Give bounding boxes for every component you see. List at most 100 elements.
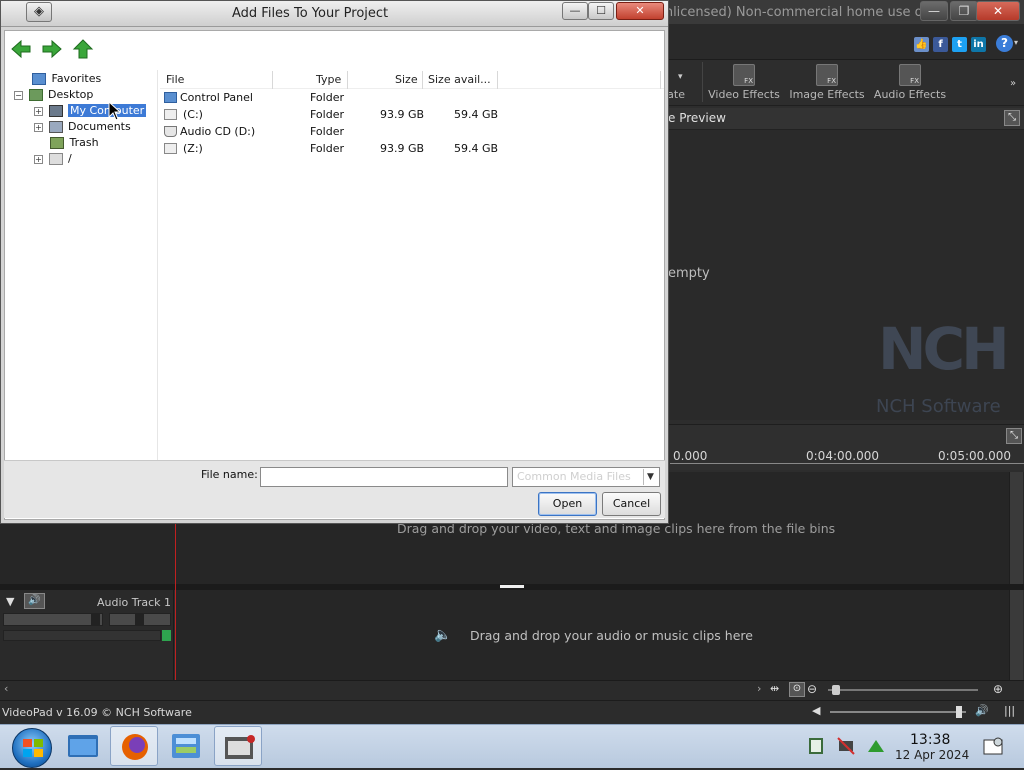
drive-icon [48, 153, 63, 165]
speaker-icon[interactable]: 🔊 [24, 593, 45, 609]
tree-item-label: Desktop [48, 88, 94, 101]
volume-slider-thumb[interactable] [91, 614, 100, 625]
taskbar-file-manager[interactable] [58, 726, 106, 766]
file-size: 93.9 GB [380, 142, 425, 155]
linkedin-icon[interactable]: in [971, 37, 986, 52]
chevron-down-icon[interactable]: ▼ [643, 469, 657, 485]
column-header-type[interactable]: Type [316, 73, 341, 86]
tree-item-documents[interactable]: + Documents [34, 119, 131, 135]
master-volume-slider[interactable] [830, 711, 966, 713]
tree-item-favorites[interactable]: Favorites [30, 71, 101, 87]
open-button[interactable]: Open [538, 492, 597, 516]
expand-icon[interactable]: + [34, 106, 43, 116]
show-desktop-icon[interactable] [982, 736, 1004, 758]
windows-logo-icon [23, 739, 43, 757]
help-icon[interactable]: ? [996, 35, 1013, 52]
videopad-icon [225, 735, 255, 759]
expand-icon[interactable]: + [34, 154, 43, 164]
dialog-minimize-button[interactable]: — [562, 2, 588, 20]
audio-effects-icon: FX [899, 64, 921, 86]
file-name: (C:) [183, 108, 203, 121]
toolbar-video-effects-label: Video Effects [708, 88, 780, 101]
undock-timeline-icon[interactable]: ⤡ [1006, 428, 1022, 444]
scroll-left-icon[interactable]: ‹ [4, 682, 8, 695]
splitter-grip[interactable] [500, 585, 524, 588]
volume-low-icon: ◀ [812, 704, 821, 717]
video-track-scrollbar[interactable] [1009, 472, 1023, 584]
file-row[interactable]: (Z:) Folder 93.9 GB 59.4 GB [160, 140, 664, 157]
like-icon[interactable]: 👍 [914, 37, 929, 52]
file-size-available: 59.4 GB [454, 142, 499, 155]
tray-notes-icon[interactable] [806, 736, 826, 756]
tray-upload-icon[interactable] [866, 738, 886, 754]
tree-item-root[interactable]: + / [34, 151, 72, 167]
column-separator[interactable] [422, 71, 423, 89]
app-restore-button[interactable]: ❐ [950, 1, 978, 21]
file-type-filter[interactable]: Common Media Files [512, 467, 660, 487]
forward-arrow-icon[interactable] [41, 38, 63, 60]
volume-slider[interactable] [3, 613, 103, 626]
zoom-slider[interactable] [828, 689, 978, 691]
app-minimize-button[interactable]: — [920, 1, 948, 21]
column-separator[interactable] [272, 71, 273, 89]
fit-timeline-icon[interactable]: ⇹ [770, 682, 786, 697]
up-arrow-icon[interactable] [72, 38, 94, 60]
toolbar-overflow-icon[interactable]: » [1010, 78, 1016, 89]
help-dropdown-icon[interactable]: ▾ [1014, 38, 1018, 47]
scroll-right-icon[interactable]: › [757, 682, 761, 695]
column-header-file[interactable]: File [166, 73, 184, 86]
trash-icon [50, 137, 64, 149]
folder-icon [164, 92, 177, 103]
clock-date[interactable]: 12 Apr 2024 [895, 748, 969, 762]
expand-icon[interactable]: + [34, 122, 43, 132]
twitter-icon[interactable]: t [952, 37, 967, 52]
zoom-out-icon[interactable]: ⊖ [807, 682, 817, 696]
preview-empty-text: empty [668, 266, 710, 281]
status-text: VideoPad v 16.09 © NCH Software [2, 706, 192, 719]
master-volume-thumb[interactable] [956, 706, 962, 718]
pan-slider-thumb[interactable] [135, 614, 144, 625]
dialog-close-button[interactable]: ✕ [616, 2, 664, 20]
taskbar-firefox[interactable] [110, 726, 158, 766]
dialog-menu-icon[interactable]: ◈ [26, 2, 52, 22]
tray-network-disabled-icon[interactable] [836, 736, 856, 756]
column-separator[interactable] [347, 71, 348, 89]
speaker-icon: 🔈 [434, 627, 452, 643]
file-row[interactable]: Audio CD (D:) Folder [160, 123, 664, 140]
collapse-track-icon[interactable]: ▼ [6, 595, 14, 608]
file-row[interactable]: (C:) Folder 93.9 GB 59.4 GB [160, 106, 664, 123]
audio-level-meter [3, 630, 161, 641]
chevron-down-icon[interactable]: ▾ [678, 72, 683, 82]
audio-track-scrollbar[interactable] [1009, 590, 1023, 680]
facebook-icon[interactable]: f [933, 37, 948, 52]
back-arrow-icon[interactable] [10, 38, 32, 60]
clock-time[interactable]: 13:38 [910, 732, 950, 748]
toolbar-video-effects-button[interactable]: FX Video Effects [704, 64, 784, 101]
taskbar-control-panel[interactable] [162, 726, 210, 766]
toolbar-image-effects-button[interactable]: FX Image Effects [787, 64, 867, 101]
taskbar-videopad[interactable] [214, 726, 262, 766]
column-header-size[interactable]: Size [395, 73, 418, 86]
collapse-icon[interactable]: − [14, 90, 23, 100]
tree-item-desktop[interactable]: − Desktop [14, 87, 93, 103]
column-separator[interactable] [660, 71, 661, 89]
app-close-button[interactable]: ✕ [976, 1, 1020, 21]
zoom-slider-thumb[interactable] [832, 685, 840, 695]
ruler-line [670, 463, 1024, 464]
column-header-size-available[interactable]: Size avail... [428, 73, 491, 86]
cancel-button[interactable]: Cancel [602, 492, 661, 516]
dialog-maximize-button[interactable]: ☐ [588, 2, 614, 20]
volume-high-icon: 🔊 [975, 704, 989, 717]
column-separator[interactable] [497, 71, 498, 89]
tree-item-my-computer[interactable]: + My Computer [34, 103, 147, 119]
cd-drive-icon [164, 126, 177, 137]
nch-logo-subtitle: NCH Software [876, 396, 1001, 417]
zoom-in-icon[interactable]: ⊕ [993, 682, 1003, 696]
tree-item-trash[interactable]: Trash [48, 135, 99, 151]
toolbar-audio-effects-button[interactable]: FX Audio Effects [870, 64, 950, 101]
desktop-icon [28, 89, 43, 101]
zoom-fit-icon[interactable]: ⊙ [789, 682, 805, 697]
file-name-input[interactable] [260, 467, 508, 487]
file-row[interactable]: Control Panel Folder [160, 89, 664, 106]
undock-preview-icon[interactable]: ⤡ [1004, 110, 1020, 126]
